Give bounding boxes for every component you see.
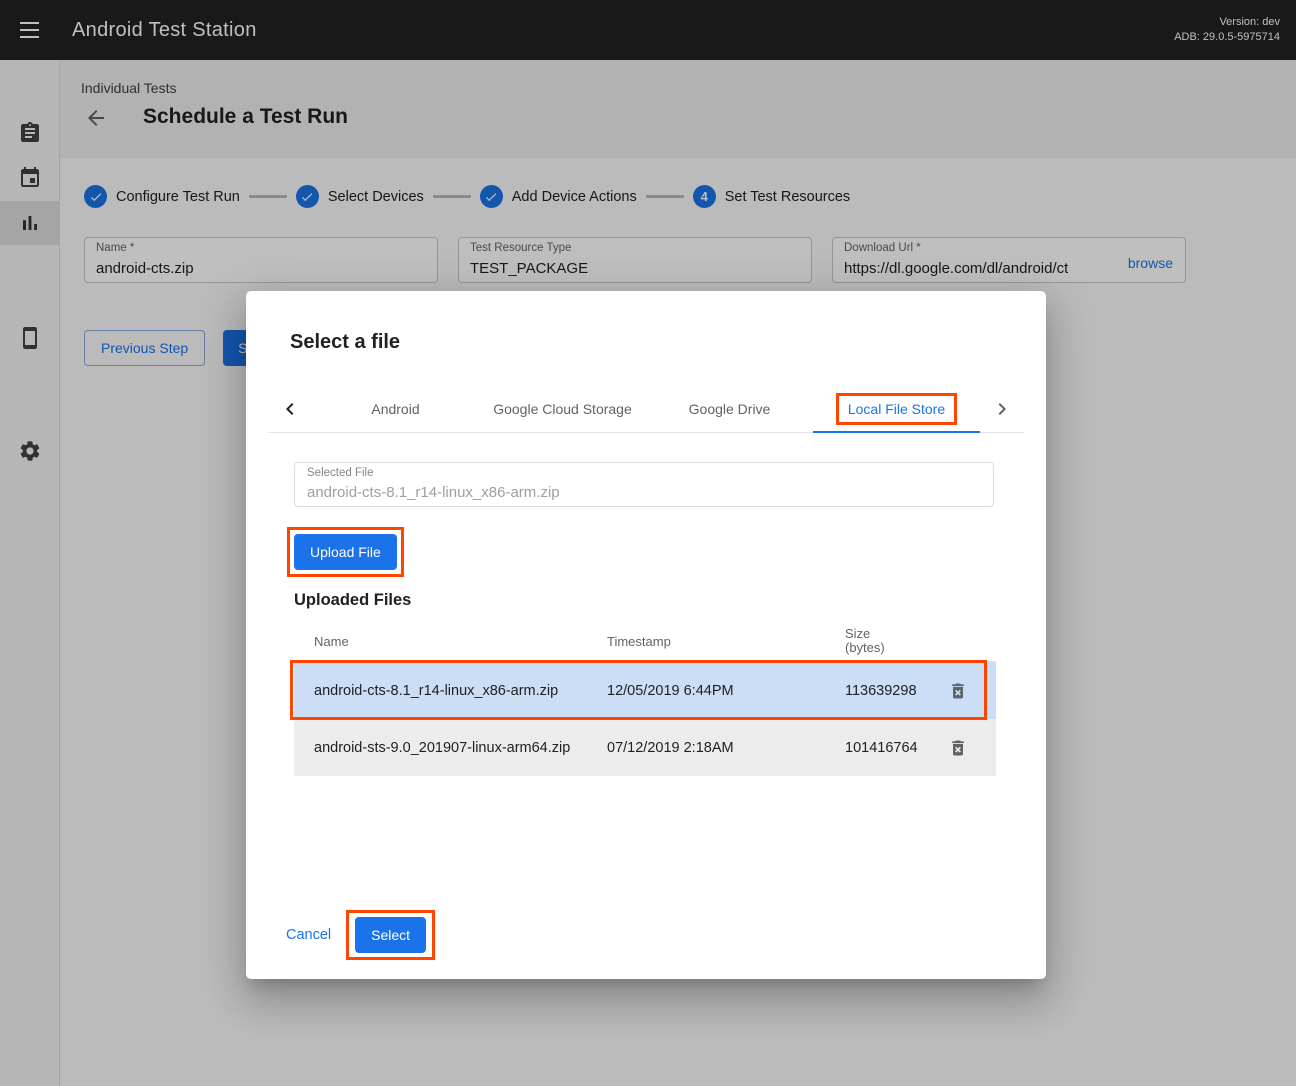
timestamp-cell: 12/05/2019 6:44PM [607,683,845,699]
file-name-cell: android-cts-8.1_r14-linux_x86-arm.zip [294,683,607,699]
select-file-dialog: Select a file Android Google Cloud Stora… [246,291,1046,979]
column-header-size: Size (bytes) [845,627,938,655]
tabs-scroll-right-button[interactable] [980,385,1024,432]
delete-file-button[interactable] [938,738,996,758]
delete-forever-icon [948,681,968,701]
selected-file-value: android-cts-8.1_r14-linux_x86-arm.zip [307,484,560,501]
upload-file-button[interactable]: Upload File [294,534,397,570]
tab-google-drive[interactable]: Google Drive [646,385,813,432]
selected-file-label: Selected File [307,467,373,479]
tab-android[interactable]: Android [312,385,479,432]
tab-label: Android [371,401,419,417]
tab-label: Google Drive [689,401,771,417]
tab-label: Google Cloud Storage [493,401,632,417]
selected-file-input[interactable]: Selected File android-cts-8.1_r14-linux_… [294,462,994,507]
size-cell: 101416764 [845,740,938,756]
chevron-left-icon [278,397,302,421]
dialog-title: Select a file [290,331,400,354]
uploaded-files-heading: Uploaded Files [294,591,411,610]
size-header-line2: (bytes) [845,641,938,655]
uploaded-files-table: Name Timestamp Size (bytes) android-cts-… [294,621,996,776]
chevron-right-icon [990,397,1014,421]
table-row-selected[interactable]: android-cts-8.1_r14-linux_x86-arm.zip 12… [294,662,996,719]
select-button[interactable]: Select [355,917,426,953]
size-cell: 113639298 [845,683,938,699]
dialog-footer: Cancel Select [286,917,426,953]
table-header-row: Name Timestamp Size (bytes) [294,621,996,662]
delete-forever-icon [948,738,968,758]
file-name-cell: android-sts-9.0_201907-linux-arm64.zip [294,740,607,756]
screen: Android Test Station Version: dev ADB: 2… [0,0,1296,1086]
select-button-area: Select [355,917,426,953]
upload-file-area: Upload File [294,534,397,570]
tabs-scroll-left-button[interactable] [268,385,312,432]
timestamp-cell: 07/12/2019 2:18AM [607,740,845,756]
tab-local-file-store[interactable]: Local File Store [813,385,980,432]
cancel-button[interactable]: Cancel [286,927,331,943]
tab-label: Local File Store [848,401,945,417]
annotation-box: Local File Store [836,393,957,425]
column-header-timestamp: Timestamp [607,634,845,649]
delete-file-button[interactable] [938,681,996,701]
dialog-tab-bar: Android Google Cloud Storage Google Driv… [268,385,1024,433]
column-header-name: Name [294,634,607,649]
table-row[interactable]: android-sts-9.0_201907-linux-arm64.zip 0… [294,719,996,776]
size-header-line1: Size [845,627,938,641]
tab-google-cloud-storage[interactable]: Google Cloud Storage [479,385,646,432]
